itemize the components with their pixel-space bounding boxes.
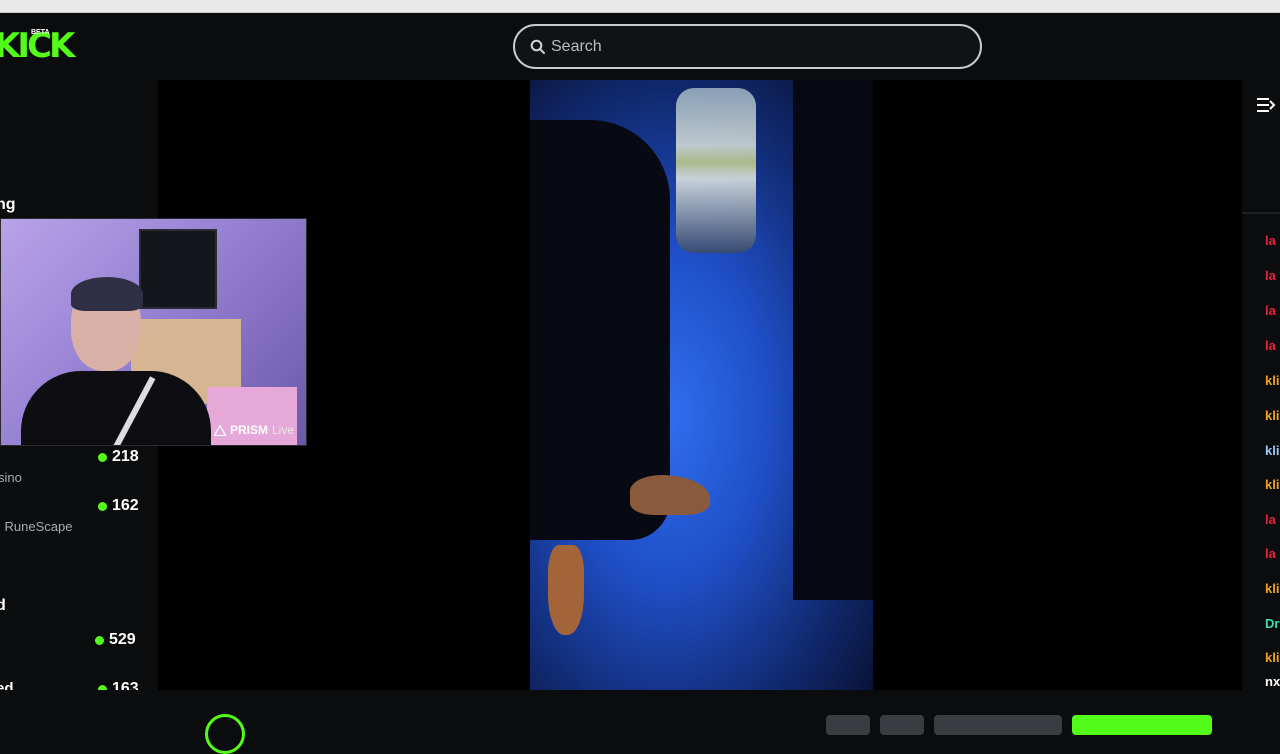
avatar-ring[interactable] [205,714,245,754]
channel-category[interactable]: sino [0,470,22,485]
viewer-count-value: 529 [109,631,136,648]
search-icon [530,39,545,54]
video-bottle [676,88,756,253]
collapse-chat-icon[interactable] [1256,96,1276,114]
browser-chrome-strip [0,0,1280,13]
chat-username[interactable]: kli [1265,477,1279,492]
follow-button[interactable] [1072,715,1212,735]
action-button[interactable] [934,715,1062,735]
streamer-body [21,371,211,445]
chat-username[interactable]: la [1265,233,1276,248]
video-figure-right [793,80,873,600]
chat-username[interactable]: nx [1265,674,1280,689]
kick-logo[interactable]: KICK BETA [0,29,75,63]
live-indicator-icon [98,452,107,462]
chat-username[interactable]: la [1265,512,1276,527]
chat-username[interactable]: la [1265,338,1276,353]
chat-username[interactable]: la [1265,268,1276,283]
prism-triangle-icon [213,424,226,436]
viewer-count-value: 218 [112,448,139,465]
prism-name: PRISM [229,423,268,437]
chat-username[interactable]: kli [1265,650,1279,665]
streamer-camera-overlay: PRISM Live [0,218,307,446]
viewer-count: 529 [95,631,136,649]
streamer-hair [71,277,143,311]
action-button[interactable] [880,715,924,735]
video-player[interactable] [158,80,1242,690]
sidebar-section-heading: d [0,597,6,614]
live-indicator-icon [95,635,104,645]
chat-username[interactable]: kli [1265,408,1279,423]
beta-badge: BETA [31,29,50,36]
video-shoe [548,545,584,635]
action-button[interactable] [826,715,870,735]
stream-video-frame[interactable] [530,80,873,690]
channel-category[interactable]: l RuneScape [0,519,72,534]
chat-panel: la la la la kli kli kli kli la la kli Dr kli nx [1242,80,1280,720]
viewer-count: 162 [98,497,139,515]
camera-table [207,387,297,445]
top-navigation-bar: KICK BETA [0,13,1280,80]
chat-username[interactable]: Dr [1265,616,1279,631]
prism-suffix: Live [271,423,294,437]
sidebar-section-heading: ng [0,196,16,213]
bottom-bar [0,690,1280,754]
search-bar[interactable] [513,24,982,69]
prism-live-watermark: PRISM Live [213,423,294,437]
chat-username[interactable]: la [1265,546,1276,561]
search-input[interactable] [551,26,971,67]
chat-username[interactable]: kli [1265,443,1279,458]
viewer-count-value: 162 [112,497,139,514]
chat-username[interactable]: kli [1265,373,1279,388]
live-indicator-icon [98,501,107,511]
viewer-count: 218 [98,448,139,466]
video-shoe [630,475,710,515]
chat-divider [1242,212,1280,214]
camera-streamer [21,277,211,445]
chat-username[interactable]: kli [1265,581,1279,596]
chat-username[interactable]: la [1265,303,1276,318]
